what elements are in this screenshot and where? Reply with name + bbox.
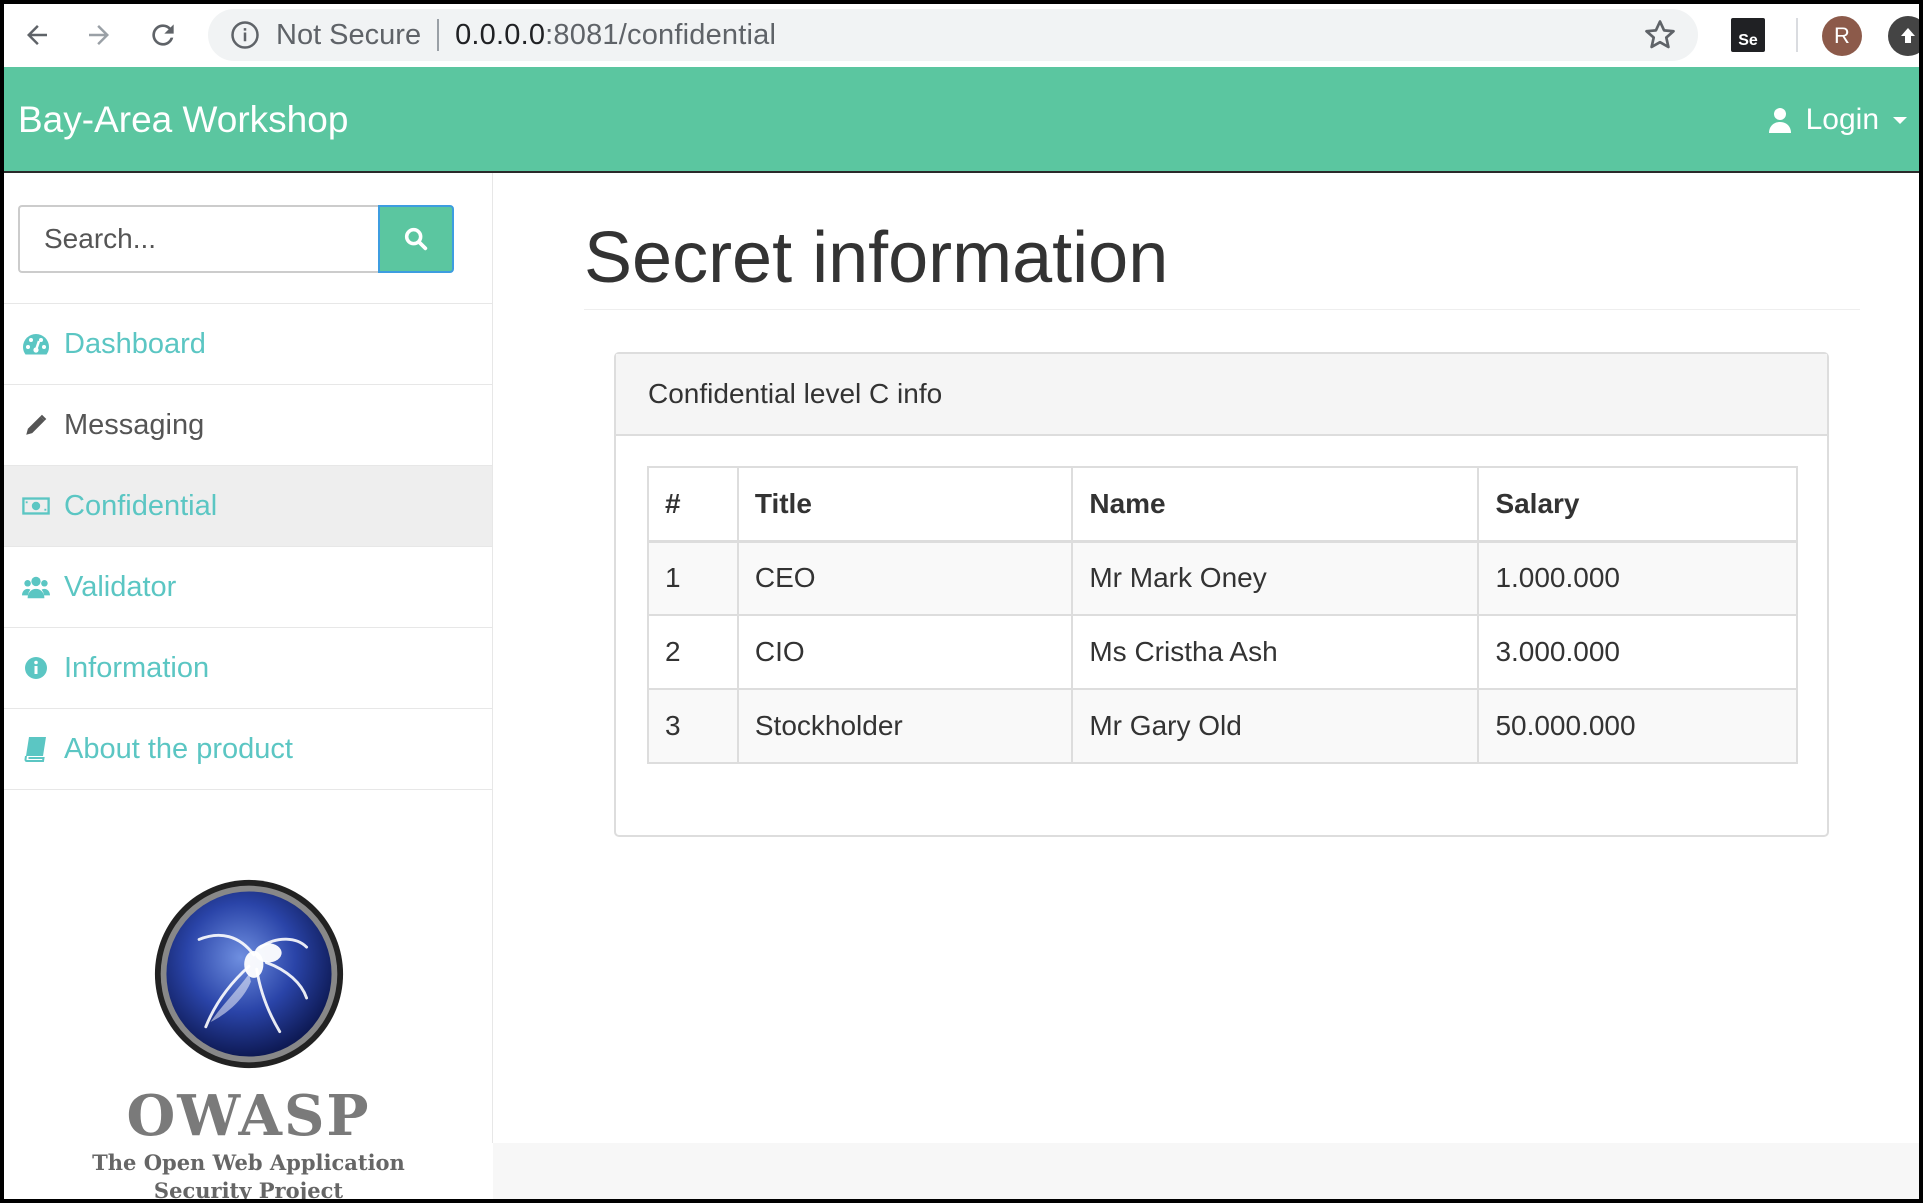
sidebar-item-label: Confidential — [64, 489, 218, 522]
forward-button[interactable] — [74, 10, 124, 60]
money-icon — [22, 492, 50, 520]
cell-name: Ms Cristha Ash — [1071, 614, 1480, 690]
column-header-title: Title — [736, 466, 1074, 543]
column-header-salary: Salary — [1477, 466, 1798, 543]
browser-toolbar: Not Secure 0.0.0.0:8081/confidential Se … — [4, 4, 1919, 67]
arrow-left-icon — [27, 25, 47, 45]
search-group — [18, 205, 462, 273]
sidebar-item-confidential[interactable]: Confidential — [4, 466, 492, 547]
cell-number: 3 — [647, 688, 739, 764]
dashboard-icon — [22, 330, 50, 358]
column-header-name: Name — [1071, 466, 1480, 543]
cell-title: CEO — [736, 540, 1074, 616]
sidebar-item-validator[interactable]: Validator — [4, 547, 492, 628]
back-button[interactable] — [12, 10, 62, 60]
cell-name: Mr Gary Old — [1071, 688, 1480, 764]
sidebar-item-label: Validator — [64, 570, 177, 603]
table-row: 2 CIO Ms Cristha Ash 3.000.000 — [647, 614, 1798, 690]
page-title: Secret information — [584, 218, 1169, 298]
url-text: 0.0.0.0:8081/confidential — [455, 18, 777, 51]
panel-heading: Confidential level C info — [616, 354, 1827, 436]
browser-window: Not Secure 0.0.0.0:8081/confidential Se … — [0, 0, 1923, 1203]
info-circle-icon — [22, 654, 50, 682]
update-icon[interactable] — [1888, 16, 1919, 56]
users-icon — [22, 573, 50, 601]
pencil-icon — [22, 411, 50, 439]
cell-title: CIO — [736, 614, 1074, 690]
owasp-tagline: The Open Web Application — [92, 1150, 405, 1175]
column-header-number: # — [647, 466, 739, 543]
owasp-wordmark: OWASP — [126, 1083, 371, 1149]
cell-number: 1 — [647, 540, 739, 616]
app-navbar: Bay-Area Workshop Login — [4, 67, 1919, 173]
selenium-extension-icon[interactable]: Se — [1731, 18, 1765, 52]
cell-number: 2 — [647, 614, 739, 690]
book-icon — [22, 735, 50, 763]
bookmark-star-icon[interactable] — [1642, 17, 1678, 53]
sidebar-item-messaging[interactable]: Messaging — [4, 385, 492, 466]
arrow-right-icon — [89, 25, 109, 45]
title-divider — [584, 309, 1860, 310]
table-header-row: # Title Name Salary — [647, 466, 1798, 543]
cell-salary: 1.000.000 — [1477, 540, 1798, 616]
toolbar-divider — [1796, 18, 1798, 52]
reload-button[interactable] — [138, 10, 188, 60]
table-row: 1 CEO Mr Mark Oney 1.000.000 — [647, 540, 1798, 616]
cell-name: Mr Mark Oney — [1071, 540, 1480, 616]
reload-icon — [152, 24, 174, 46]
owasp-wasp-logo-icon — [154, 879, 343, 1069]
owasp-logo: OWASP The Open Web Application Security … — [4, 878, 493, 1203]
search-input[interactable] — [18, 205, 378, 273]
info-icon[interactable] — [228, 18, 262, 52]
footer-strip — [493, 1143, 1919, 1199]
confidential-panel: Confidential level C info # Title Name S… — [614, 352, 1829, 837]
sidebar-item-label: About the product — [64, 732, 293, 765]
security-status: Not Secure — [276, 18, 422, 51]
sidebar-item-about[interactable]: About the product — [4, 709, 492, 790]
brand-title[interactable]: Bay-Area Workshop — [18, 99, 348, 141]
login-label: Login — [1805, 103, 1879, 136]
sidebar-item-information[interactable]: Information — [4, 628, 492, 709]
sidebar-item-label: Information — [64, 651, 210, 684]
cell-salary: 3.000.000 — [1477, 614, 1798, 690]
address-bar[interactable]: Not Secure 0.0.0.0:8081/confidential — [208, 9, 1698, 61]
sidebar: Dashboard Messaging Confidential Validat… — [4, 173, 493, 1199]
sidebar-item-dashboard[interactable]: Dashboard — [4, 304, 492, 385]
table-row: 3 Stockholder Mr Gary Old 50.000.000 — [647, 688, 1798, 764]
search-button[interactable] — [378, 205, 454, 273]
sidebar-item-label: Messaging — [64, 408, 205, 441]
login-dropdown[interactable]: Login — [1768, 103, 1907, 137]
user-icon — [1768, 108, 1791, 133]
sidebar-item-label: Dashboard — [64, 327, 206, 360]
cell-salary: 50.000.000 — [1477, 688, 1798, 764]
caret-down-icon — [1893, 116, 1907, 124]
owasp-tagline: Security Project — [153, 1178, 344, 1203]
cell-title: Stockholder — [736, 688, 1074, 764]
salary-table: # Title Name Salary 1 CEO Mr Mark Oney 1… — [647, 466, 1798, 764]
sidebar-nav: Dashboard Messaging Confidential Validat… — [4, 303, 492, 790]
search-icon — [404, 227, 428, 251]
omnibox-divider — [437, 19, 440, 51]
profile-avatar[interactable]: R — [1822, 16, 1862, 56]
